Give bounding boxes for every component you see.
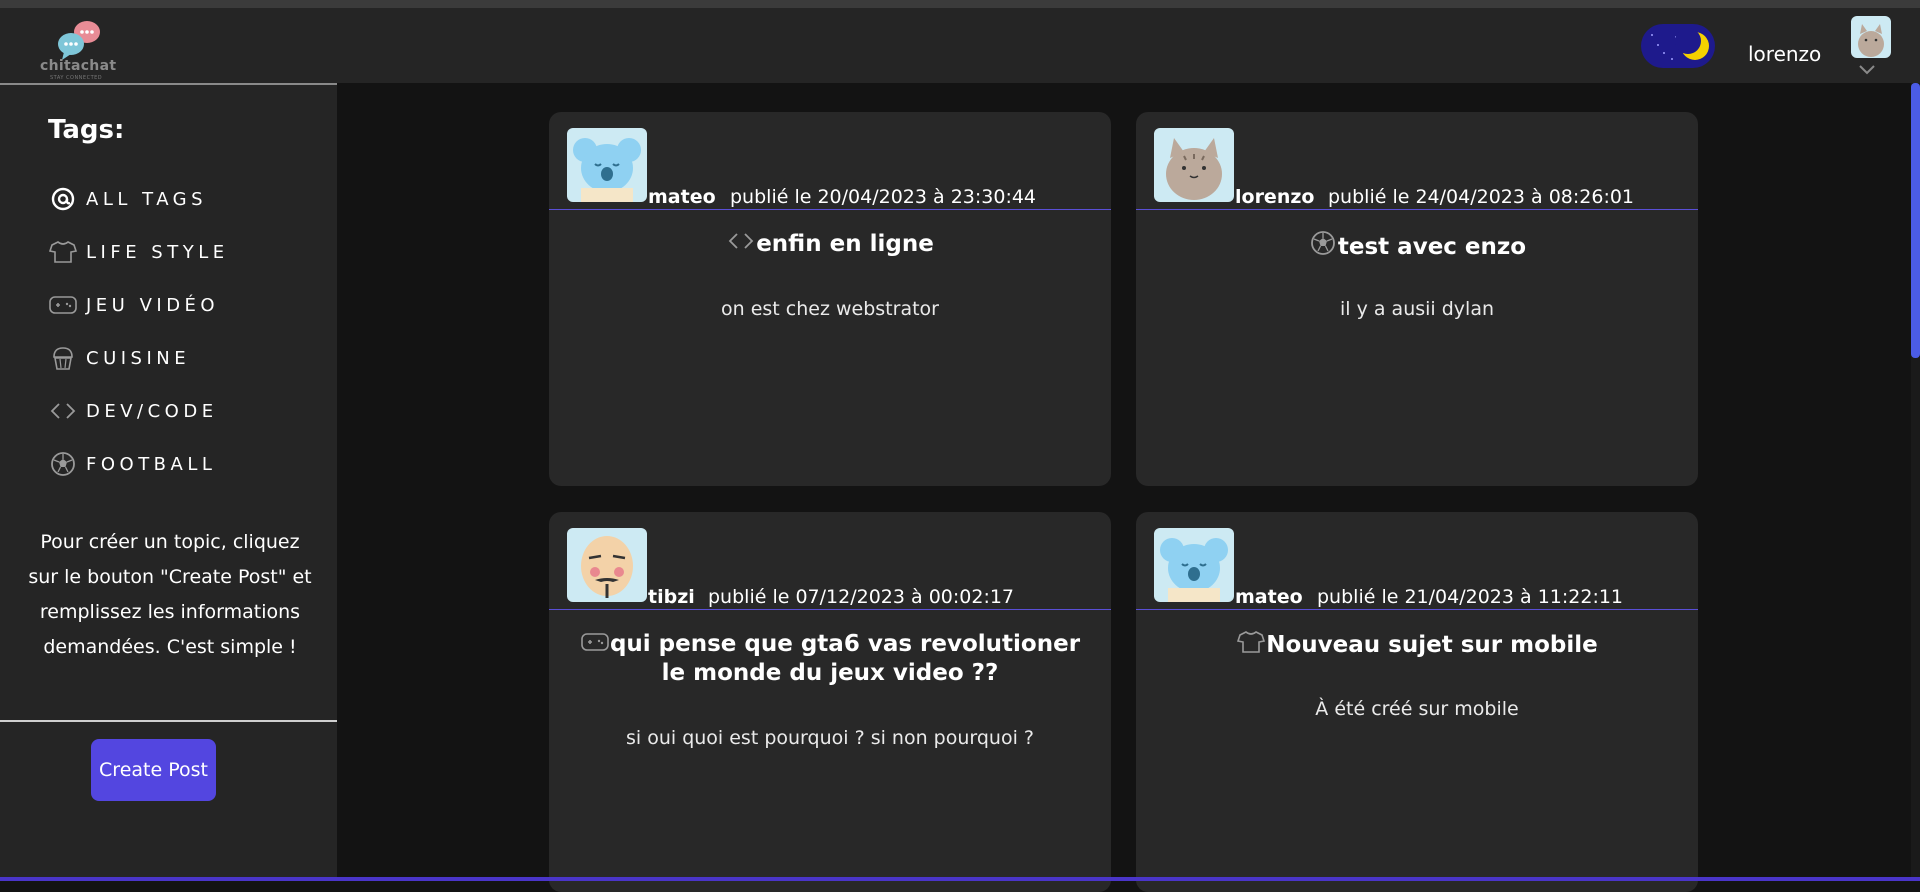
post-title-row: enfin en ligne [549, 230, 1111, 259]
post-title[interactable]: test avec enzo [1338, 234, 1526, 260]
post-author[interactable]: tibzi [648, 586, 695, 608]
post-date: publié le 24/04/2023 à 08:26:01 [1328, 186, 1635, 208]
cat-avatar-icon [1858, 24, 1884, 57]
post-body: À été créé sur mobile [1315, 698, 1519, 720]
theme-toggle[interactable] [1641, 24, 1715, 68]
koala-avatar [1154, 528, 1234, 602]
post-body: il y a ausii dylan [1339, 298, 1494, 320]
logo-tagline: STAY CONNECTED [50, 75, 103, 81]
tshirt-icon [48, 238, 78, 266]
bottom-accent-line [0, 877, 1920, 881]
post-title-row: qui pense que gta6 vas revolutioner le m… [549, 630, 1111, 688]
football-icon [48, 450, 78, 478]
tag-jeu-video[interactable]: JEU VIDÉO [48, 289, 219, 321]
post-title-row: Nouveau sujet sur mobile [1136, 630, 1698, 660]
post-author[interactable]: mateo [1235, 586, 1303, 608]
gamepad-icon [580, 631, 610, 659]
star-dot [1651, 34, 1653, 36]
sidebar: Tags: ALL TAGS LIFE STYLE JEU VIDÉO CUIS… [0, 83, 337, 881]
help-text: Pour créer un topic, cliquez sur le bout… [28, 531, 312, 658]
card-divider [549, 209, 1111, 210]
tags-title: Tags: [48, 115, 125, 145]
tag-life-style[interactable]: LIFE STYLE [48, 236, 229, 268]
at-icon [48, 185, 78, 213]
tag-dev-code[interactable]: DEV/CODE [48, 395, 218, 427]
post-body: si oui quoi est pourquoi ? si non pourqu… [626, 727, 1034, 749]
post-title[interactable]: qui pense que gta6 vas revolutioner le m… [610, 631, 1080, 686]
post-card[interactable]: tibzi publié le 07/12/2023 à 00:02:17 qu… [549, 512, 1111, 892]
post-date: publié le 21/04/2023 à 11:22:11 [1317, 586, 1624, 608]
post-author[interactable]: lorenzo [1235, 186, 1314, 208]
football-icon [1308, 230, 1338, 258]
user-avatar[interactable] [1851, 16, 1891, 58]
tag-label: JEU VIDÉO [86, 294, 220, 316]
chevron-down-icon[interactable] [1858, 64, 1876, 76]
tag-cuisine[interactable]: CUISINE [48, 342, 190, 374]
post-date: publié le 07/12/2023 à 00:02:17 [708, 586, 1015, 608]
post-title-row: test avec enzo [1136, 230, 1698, 262]
cat-avatar [1154, 128, 1234, 202]
star-dot [1671, 58, 1673, 60]
tshirt-icon [1236, 630, 1266, 658]
tag-label: FOOTBALL [86, 453, 217, 475]
sidebar-divider [0, 720, 337, 722]
post-card[interactable]: mateo publié le 20/04/2023 à 23:30:44 en… [549, 112, 1111, 486]
tag-label: LIFE STYLE [86, 241, 229, 263]
tag-label: CUISINE [86, 347, 191, 369]
window-top-strip [0, 0, 1920, 8]
post-card[interactable]: lorenzo publié le 24/04/2023 à 08:26:01 … [1136, 112, 1698, 486]
koala-avatar [567, 128, 647, 202]
card-divider [1136, 209, 1698, 210]
post-body: on est chez webstrator [721, 298, 939, 320]
create-post-button[interactable]: Create Post [91, 739, 216, 801]
cupcake-icon [48, 344, 78, 372]
tag-label: ALL TAGS [86, 188, 208, 210]
tag-label: DEV/CODE [86, 400, 218, 422]
logo-text: chitachat [40, 58, 117, 74]
scrollbar[interactable] [1911, 83, 1920, 881]
tag-football[interactable]: FOOTBALL [48, 448, 216, 480]
star-dot [1657, 44, 1659, 46]
moon-shadow [1675, 28, 1701, 54]
post-author[interactable]: mateo [648, 186, 716, 208]
code-icon [48, 397, 78, 425]
post-card[interactable]: mateo publié le 21/04/2023 à 11:22:11 No… [1136, 512, 1698, 892]
card-divider [1136, 609, 1698, 610]
star-dot [1663, 52, 1665, 54]
code-icon [726, 231, 756, 259]
post-title[interactable]: Nouveau sujet sur mobile [1266, 632, 1597, 658]
header-username[interactable]: lorenzo [1748, 42, 1821, 66]
mask-avatar [567, 528, 647, 602]
header: chitachat STAY CONNECTED lorenzo [0, 8, 1920, 83]
tag-all-tags[interactable]: ALL TAGS [48, 183, 207, 215]
gamepad-icon [48, 291, 78, 319]
scrollbar-thumb[interactable] [1911, 83, 1920, 358]
post-date: publié le 20/04/2023 à 23:30:44 [730, 186, 1037, 208]
post-title[interactable]: enfin en ligne [756, 231, 934, 257]
card-divider [549, 609, 1111, 610]
